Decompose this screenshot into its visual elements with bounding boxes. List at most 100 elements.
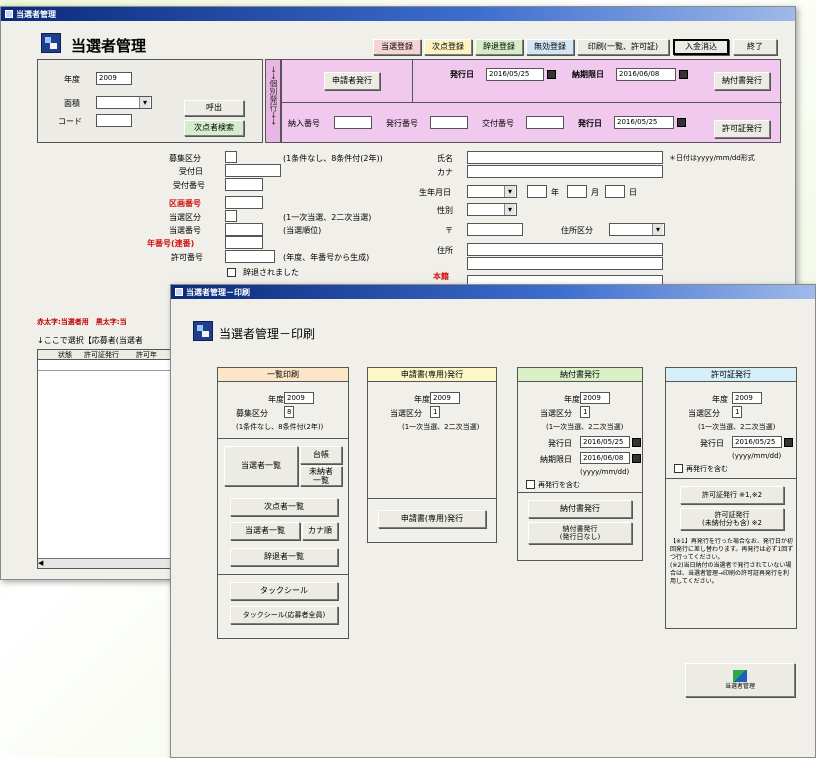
runnerup-search-button[interactable]: 次点者検索 <box>184 120 244 136</box>
records-table[interactable]: 状態 許可証発行 許可年 ◀ <box>37 349 172 569</box>
tack-seal-applicants-button[interactable]: タックシール(応募者全員) <box>230 606 338 624</box>
delivery-no-input[interactable] <box>526 116 564 129</box>
applicant-issue-button[interactable]: 申請者発行 <box>324 72 380 90</box>
table-row[interactable] <box>38 361 172 371</box>
issue-date-calendar-icon[interactable] <box>547 70 556 79</box>
issue-date2-calendar-icon[interactable] <box>677 118 686 127</box>
p3-due-input[interactable]: 2016/06/08 <box>580 452 630 464</box>
p3-win-label: 当選区分 <box>540 409 572 418</box>
birth-day-input[interactable] <box>605 185 625 198</box>
birth-label: 生年月日 <box>419 188 451 197</box>
address-input-1[interactable] <box>467 243 663 256</box>
winner-list-button-2[interactable]: 当選者一覧 <box>230 522 300 540</box>
p2-win-input[interactable]: 1 <box>430 406 440 418</box>
payment-slip-panel: 納付書発行 年度 2009 当選区分 1 (1一次当選、2二次当選) 発行日 2… <box>517 367 643 561</box>
list-hint: ↓ここで選択【応募者(当選者 <box>37 336 143 345</box>
permit-unpaid-button[interactable]: 許可証発行 (未納付分も含) ※2 <box>680 508 784 530</box>
day-unit-label: 日 <box>629 188 637 197</box>
p4-issue-input[interactable]: 2016/05/25 <box>732 436 782 448</box>
application-issue-button[interactable]: 申請書(専用)発行 <box>378 510 486 528</box>
p3-due-calendar-icon[interactable] <box>632 454 641 463</box>
table-header: 状態 許可証発行 許可年 <box>38 350 172 360</box>
payment-no-input[interactable] <box>334 116 372 129</box>
print-page-title: 当選者管理－印刷 <box>219 327 316 341</box>
payment-slip-issue-button[interactable]: 納付書発行 <box>714 72 770 90</box>
p4-win-input[interactable]: 1 <box>732 406 742 418</box>
lot-no-input[interactable] <box>225 196 263 209</box>
p2-win-hint: (1一次当選、2二次当選) <box>402 423 480 431</box>
addr-type-select[interactable] <box>609 223 665 236</box>
permit-issue-button[interactable]: 許可証発行 <box>714 120 770 138</box>
p1-year-input[interactable]: 2009 <box>284 392 314 404</box>
area-select[interactable] <box>96 96 152 109</box>
due-date-calendar-icon[interactable] <box>679 70 688 79</box>
withdrawn-label: 辞退されました <box>243 268 299 277</box>
p1-cat-input[interactable]: 8 <box>284 406 294 418</box>
code-input[interactable] <box>96 114 132 127</box>
toolbar-invalid-register[interactable]: 無効登録 <box>526 39 574 55</box>
recv-no-input[interactable] <box>225 178 263 191</box>
p4-year-input[interactable]: 2009 <box>732 392 762 404</box>
unpaid-list-button[interactable]: 未納者 一覧 <box>300 466 342 486</box>
ledger-button[interactable]: 台帳 <box>300 446 342 464</box>
issue-date2-input[interactable]: 2016/05/25 <box>614 116 674 129</box>
toolbar-print[interactable]: 印刷(一覧、許可証) <box>577 39 669 55</box>
p3-year-input[interactable]: 2009 <box>580 392 610 404</box>
permit-panel: 許可証発行 年度 2009 当選区分 1 (1一次当選、2二次当選) 発行日 2… <box>665 367 797 629</box>
win-type-input[interactable] <box>225 210 237 222</box>
p4-reissue-checkbox[interactable] <box>674 464 683 473</box>
due-date-input[interactable]: 2016/06/08 <box>616 68 676 81</box>
table-scrollbar[interactable]: ◀ <box>38 558 172 568</box>
p4-issue-calendar-icon[interactable] <box>784 438 793 447</box>
individual-issue-label: →→個別発行→→ <box>269 66 278 125</box>
issue-date-input[interactable]: 2016/05/25 <box>486 68 544 81</box>
address-input-2[interactable] <box>467 257 663 270</box>
address-label: 住所 <box>437 246 453 255</box>
withdrawn-checkbox[interactable] <box>227 268 236 277</box>
year-input[interactable]: 2009 <box>96 72 132 85</box>
p4-win-label: 当選区分 <box>688 409 720 418</box>
permit-print-button[interactable]: 許可証発行 ※1,※2 <box>680 486 784 504</box>
toolbar-exit[interactable]: 終了 <box>733 39 777 55</box>
toolbar-payment[interactable]: 入金消込 <box>673 39 729 55</box>
main-window-title: 当選者管理 <box>16 10 56 19</box>
issue-date2-label: 発行日 <box>578 119 602 128</box>
toolbar-runnerup-register[interactable]: 次点登録 <box>424 39 472 55</box>
p3-issue-calendar-icon[interactable] <box>632 438 641 447</box>
kana-order-button[interactable]: カナ順 <box>302 522 338 540</box>
p2-year-input[interactable]: 2009 <box>430 392 460 404</box>
p3-issue-input[interactable]: 2016/05/25 <box>580 436 630 448</box>
payment-slip-nodate-button[interactable]: 納付書発行 (発行日なし) <box>528 522 632 544</box>
permit-no-input[interactable] <box>225 250 275 263</box>
kana-input[interactable] <box>467 165 663 178</box>
category-hint: (1条件なし、8条件付(2年)) <box>283 154 383 163</box>
p3-due-label: 納期限日 <box>540 455 572 464</box>
win-no-hint: (当選順位) <box>283 226 322 235</box>
toolbar-win-register[interactable]: 当選登録 <box>373 39 421 55</box>
winner-list-button[interactable]: 当選者一覧 <box>224 446 298 486</box>
withdrawn-list-button[interactable]: 辞退者一覧 <box>230 548 338 566</box>
tack-seal-button[interactable]: タックシール <box>230 582 338 600</box>
call-button[interactable]: 呼出 <box>184 100 244 116</box>
p4-reissue-label: 再発行を含む <box>686 465 728 473</box>
payment-slip-print-button[interactable]: 納付書発行 <box>528 500 632 518</box>
list-print-panel: 一覧印刷 年度 2009 募集区分 8 (1条件なし、8条件付(2年)) 当選者… <box>217 367 349 639</box>
p3-reissue-checkbox[interactable] <box>526 480 535 489</box>
sex-select[interactable] <box>467 203 517 216</box>
zip-input[interactable] <box>467 223 523 236</box>
p2-year-label: 年度 <box>414 395 430 404</box>
filter-panel: 年度 2009 面積 コード 呼出 次点者検索 <box>37 59 263 143</box>
toolbar-withdraw-register[interactable]: 辞退登録 <box>475 39 523 55</box>
issue-no-input[interactable] <box>430 116 468 129</box>
birth-month-input[interactable] <box>567 185 587 198</box>
birth-era-select[interactable] <box>467 185 517 198</box>
p3-win-input[interactable]: 1 <box>580 406 590 418</box>
birth-year-input[interactable] <box>527 185 547 198</box>
back-to-main-button[interactable]: 当選者管理 <box>685 663 795 697</box>
recv-date-input[interactable] <box>225 164 281 177</box>
year-no-input[interactable] <box>225 236 263 249</box>
win-no-input[interactable] <box>225 223 263 236</box>
runnerup-list-button[interactable]: 次点者一覧 <box>230 498 338 516</box>
category-input[interactable] <box>225 151 237 163</box>
name-input[interactable] <box>467 151 663 164</box>
